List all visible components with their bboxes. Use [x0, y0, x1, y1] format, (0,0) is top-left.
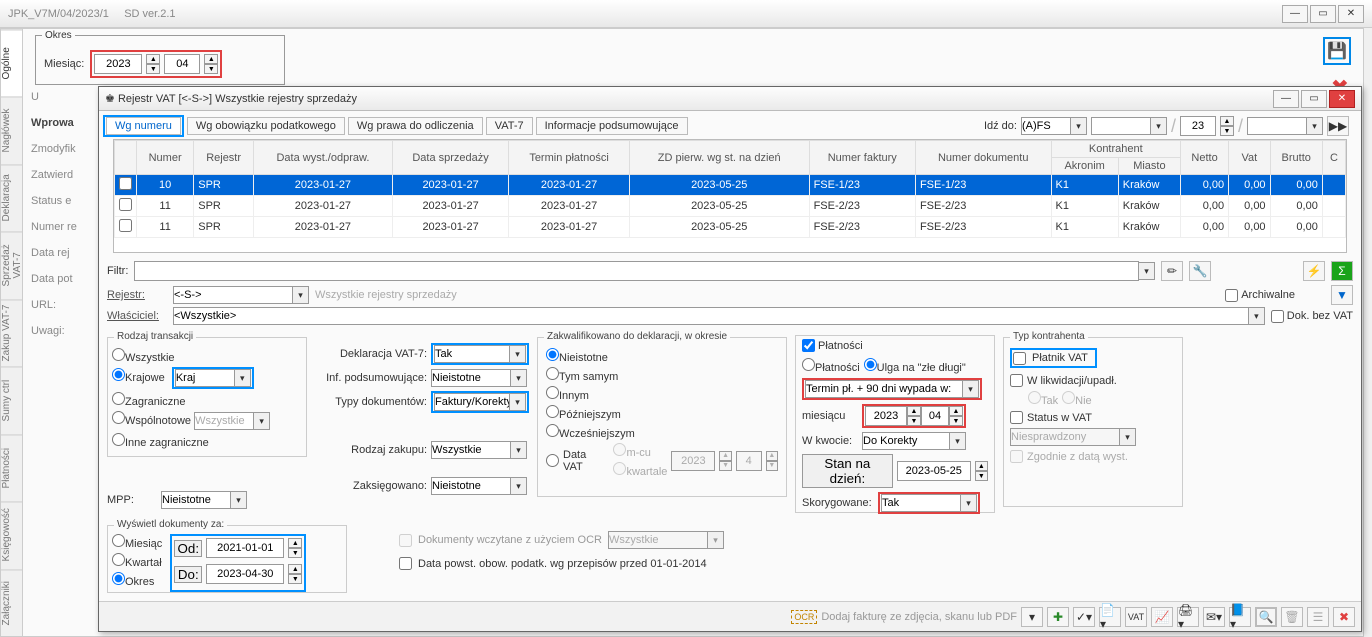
- stan-na-dzien-button[interactable]: Stan na dzień:: [802, 454, 893, 488]
- left-tab-3[interactable]: Sprzedaż VAT-7: [1, 231, 22, 298]
- left-tab-2[interactable]: Deklaracja: [1, 164, 22, 231]
- idz-do-text[interactable]: [1091, 117, 1151, 135]
- close-button[interactable]: ✕: [1338, 5, 1364, 23]
- tab-wg-obowiazku[interactable]: Wg obowiązku podatkowego: [187, 117, 345, 135]
- zaksiegowano-combo[interactable]: [431, 477, 511, 495]
- tab-vat7[interactable]: VAT-7: [486, 117, 533, 135]
- left-tab-8[interactable]: Załączniki: [1, 569, 22, 636]
- rejestr-title: Rejestr VAT [<-S->] Wszystkie rejestry s…: [118, 93, 357, 105]
- archiwalne-check[interactable]: [1225, 289, 1238, 302]
- search-icon[interactable]: 🔍: [1255, 607, 1277, 627]
- left-tab-7[interactable]: Księgowość: [1, 501, 22, 568]
- funnel-icon[interactable]: ▼: [1331, 285, 1353, 305]
- filter-label: Filtr:: [107, 265, 128, 277]
- left-tabs: OgólneNagłówekDeklaracjaSprzedaż VAT-7Za…: [1, 29, 23, 636]
- app-subtitle: SD ver.2.1: [124, 8, 175, 20]
- maximize-button[interactable]: ▭: [1310, 5, 1336, 23]
- plat-rok[interactable]: [865, 406, 907, 426]
- ocr-tag-icon: OCR: [791, 610, 817, 624]
- plus-icon[interactable]: ✚: [1047, 607, 1069, 627]
- typy-combo[interactable]: [434, 393, 510, 411]
- deklaracja-combo[interactable]: [434, 345, 510, 363]
- wlasciciel-combo[interactable]: [173, 307, 1249, 325]
- tab-wg-numeru[interactable]: Wg numeru: [106, 117, 181, 135]
- rejestr-crown-icon: ♚: [105, 92, 115, 105]
- go-button[interactable]: ▶▶: [1327, 116, 1349, 136]
- platnik-vat-check[interactable]: [1013, 352, 1026, 365]
- minimize-button[interactable]: —: [1282, 5, 1308, 23]
- check-icon[interactable]: ✓▾: [1073, 607, 1095, 627]
- miesiac-label: Miesiąc:: [44, 58, 84, 70]
- left-tab-4[interactable]: Zakup VAT-7: [1, 299, 22, 366]
- tab-info-podsum[interactable]: Informacje podsumowujące: [536, 117, 688, 135]
- filter-input[interactable]: [134, 261, 1139, 281]
- bars-icon[interactable]: ☰: [1307, 607, 1329, 627]
- plat-mies[interactable]: [921, 406, 949, 426]
- printer-icon[interactable]: 🖨▾: [1177, 607, 1199, 627]
- table-row[interactable]: 10SPR2023-01-272023-01-27 2023-01-272023…: [115, 175, 1346, 196]
- doc-icon[interactable]: 📄▾: [1099, 607, 1121, 627]
- rejestr-combo[interactable]: [173, 286, 293, 304]
- save-icon[interactable]: 💾: [1323, 37, 1351, 65]
- idz-do-combo2[interactable]: [1247, 117, 1307, 135]
- mail-icon[interactable]: ✉▾: [1203, 607, 1225, 627]
- chart-icon[interactable]: 📈: [1151, 607, 1173, 627]
- app-title: JPK_V7M/04/2023/1: [8, 8, 109, 20]
- data-powst-check[interactable]: [399, 557, 412, 570]
- rejestr-desc: Wszystkie rejestry sprzedaży: [315, 289, 457, 301]
- filter-tool-icon[interactable]: 🔧: [1189, 261, 1211, 281]
- left-tab-0[interactable]: Ogólne: [1, 29, 22, 96]
- rejestr-max-button[interactable]: ▭: [1301, 90, 1327, 108]
- rodzaj-zakupu-combo[interactable]: [431, 441, 511, 459]
- wlikw-check[interactable]: [1010, 374, 1023, 387]
- wlasciciel-label: Właściciel:: [107, 310, 167, 322]
- inf-combo[interactable]: [431, 369, 511, 387]
- trash-icon[interactable]: 🗑: [1281, 607, 1303, 627]
- rejestr-label: Rejestr:: [107, 289, 167, 301]
- status-vat-check[interactable]: [1010, 411, 1023, 424]
- od-date[interactable]: [206, 538, 284, 558]
- okres-label: Okres: [42, 30, 75, 41]
- tab-wg-prawa[interactable]: Wg prawa do odliczenia: [348, 117, 483, 135]
- idz-do-num[interactable]: [1180, 116, 1216, 136]
- book-icon[interactable]: 📘▾: [1229, 607, 1251, 627]
- stan-date[interactable]: [897, 461, 971, 481]
- left-tab-6[interactable]: Płatności: [1, 434, 22, 501]
- wkwocie-combo[interactable]: [862, 432, 950, 450]
- vat-icon[interactable]: VAT: [1125, 607, 1147, 627]
- rejestr-close-button[interactable]: ✕: [1329, 90, 1355, 108]
- thunder-icon[interactable]: ⚡: [1303, 261, 1325, 281]
- skorygowane-combo[interactable]: [881, 494, 961, 512]
- platnosci-check[interactable]: [802, 339, 815, 352]
- table-row[interactable]: 11SPR2023-01-272023-01-27 2023-01-272023…: [115, 196, 1346, 217]
- idz-do-combo[interactable]: [1021, 117, 1071, 135]
- close-x-icon[interactable]: ✖: [1333, 607, 1355, 627]
- sigma-icon[interactable]: Σ: [1331, 261, 1353, 281]
- kraj-combo[interactable]: [175, 369, 235, 387]
- left-tab-1[interactable]: Nagłówek: [1, 96, 22, 163]
- grid[interactable]: Numer Rejestr Data wyst./odpraw. Data sp…: [113, 139, 1347, 253]
- mpp-combo[interactable]: [161, 491, 231, 509]
- table-row[interactable]: 11SPR2023-01-272023-01-27 2023-01-272023…: [115, 217, 1346, 238]
- add1-icon[interactable]: ▾: [1021, 607, 1043, 627]
- termin-combo[interactable]: [805, 380, 963, 398]
- do-date[interactable]: [206, 564, 284, 584]
- idz-do-label: Idź do:: [984, 120, 1017, 132]
- rejestr-min-button[interactable]: —: [1273, 90, 1299, 108]
- okres-miesiac[interactable]: [164, 54, 200, 74]
- dok-bez-vat-check[interactable]: [1271, 310, 1284, 323]
- filter-wand-icon[interactable]: ✏: [1161, 261, 1183, 281]
- left-tab-5[interactable]: Sumy ctrl: [1, 366, 22, 433]
- okres-rok[interactable]: [94, 54, 142, 74]
